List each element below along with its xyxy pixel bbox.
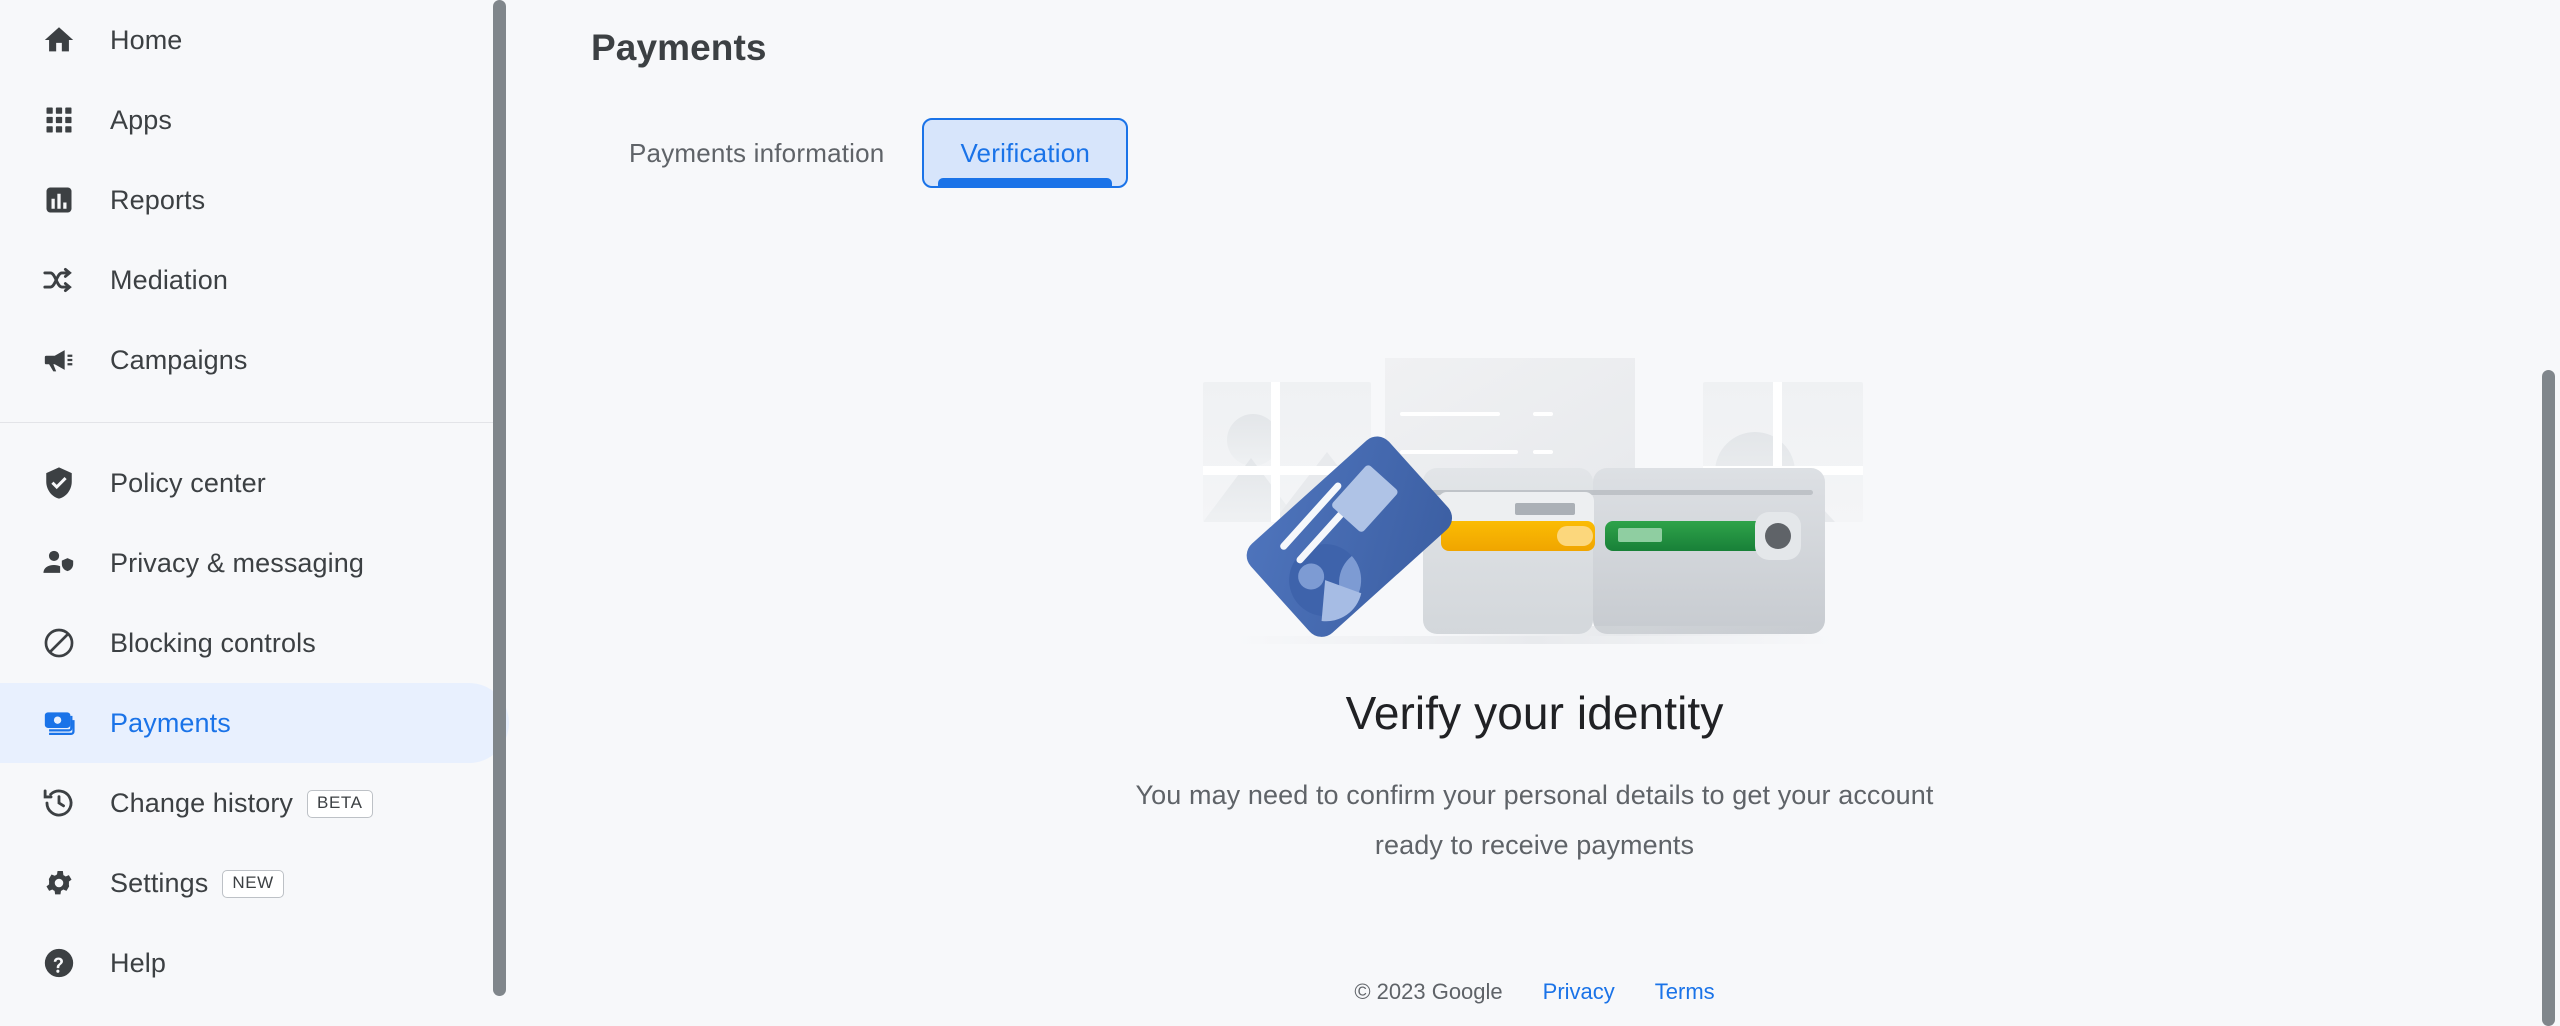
main-scrollbar-track[interactable] [2542,0,2560,1026]
sidebar-item-blocking-controls[interactable]: Blocking controls [0,603,509,683]
megaphone-icon [40,341,78,379]
footer-link-privacy[interactable]: Privacy [1543,979,1615,1005]
wallet [1422,468,1825,636]
nav-group-secondary: Policy center Privacy & messaging Blocking… [0,443,509,1003]
sidebar-item-help[interactable]: Help [0,923,509,1003]
sidebar-item-label-wrap: Blocking controls [110,628,316,659]
nav-group-primary: Home Apps Reports Mediation Campaigns [0,0,509,400]
shield-check-icon [40,464,78,502]
sidebar-item-mediation[interactable]: Mediation [0,240,509,320]
adsense-payments-page: Home Apps Reports Mediation Campaigns Policy… [0,0,2560,1026]
sidebar-item-label: Settings [110,867,209,898]
sidebar-item-label-wrap: Help [110,948,166,979]
sidebar-item-payments[interactable]: Payments [0,683,509,763]
sidebar-item-label: Blocking controls [110,627,316,658]
main-scrollbar-thumb[interactable] [2542,370,2555,1026]
mediation-arrows-icon [40,261,78,299]
sidebar-item-privacy-messaging[interactable]: Privacy & messaging [0,523,509,603]
verify-identity-wallet-illustration [1195,340,1875,660]
sidebar-item-reports[interactable]: Reports [0,160,509,240]
sidebar-item-label: Reports [110,184,206,215]
sidebar-item-settings[interactable]: Settings NEW [0,843,509,923]
person-shield-icon [40,544,78,582]
block-circle-icon [40,624,78,662]
sidebar-item-badge-new: NEW [222,869,284,898]
left-navigation-sidebar: Home Apps Reports Mediation Campaigns Policy… [0,0,509,1026]
sidebar-item-label: Policy center [110,467,266,498]
sidebar-item-policy-center[interactable]: Policy center [0,443,509,523]
sidebar-item-label: Mediation [110,264,228,295]
main-content-area: Payments Payments information Verificatio… [509,0,2560,1026]
sidebar-item-label-wrap: Payments [110,708,231,739]
illustration-svg [1202,358,1863,644]
history-clock-icon [40,784,78,822]
sidebar-item-label-wrap: Privacy & messaging [110,548,364,579]
sidebar-item-label-wrap: Policy center [110,468,266,499]
page-title: Payments [591,27,767,68]
tab-label: Verification [960,137,1091,168]
empty-state-heading: Verify your identity [1345,687,1724,739]
empty-state-body: You may need to confirm your personal de… [1135,780,1934,860]
sidebar-item-badge-beta: BETA [307,789,373,818]
sidebar-item-label-wrap: Change history BETA [110,788,373,819]
sidebar-item-label-wrap: Reports [110,185,205,216]
tab-label: Payments information [629,137,885,168]
sidebar-item-label-wrap: Settings NEW [110,868,284,899]
sidebar-item-change-history[interactable]: Change history BETA [0,763,509,843]
sidebar-item-label: Payments [110,707,231,738]
sidebar-item-label-wrap: Apps [110,105,172,136]
sidebar-item-label-wrap: Mediation [110,265,228,296]
sidebar-item-home[interactable]: Home [0,0,509,80]
tab-payments-information[interactable]: Payments information [591,118,922,188]
sidebar-item-label: Help [110,947,166,978]
page-footer: © 2023 Google Privacy Terms [509,979,2560,1005]
tab-active-indicator [938,178,1113,186]
sidebar-item-label: Apps [110,104,172,135]
apps-grid-icon [40,101,78,139]
verification-empty-state: Verify your identity You may need to con… [509,340,2560,870]
sidebar-scrollbar[interactable] [493,0,506,996]
sidebar-item-label: Change history [110,787,294,818]
help-circle-icon [40,944,78,982]
tab-verification[interactable]: Verification [922,118,1129,188]
sidebar-item-label: Home [110,24,183,55]
sidebar-item-label: Privacy & messaging [110,547,364,578]
bar-chart-icon [40,181,78,219]
sidebar-item-apps[interactable]: Apps [0,80,509,160]
sidebar-item-campaigns[interactable]: Campaigns [0,320,509,400]
sidebar-divider [0,422,497,423]
sidebar-item-label: Campaigns [110,344,248,375]
sidebar-item-label-wrap: Campaigns [110,345,247,376]
gear-icon [40,864,78,902]
footer-link-terms[interactable]: Terms [1655,979,1715,1005]
tab-bar: Payments information Verification [591,118,1129,188]
sidebar-item-label-wrap: Home [110,25,182,56]
footer-copyright: © 2023 Google [1354,979,1503,1004]
money-bills-icon [40,704,78,742]
home-icon [40,21,78,59]
